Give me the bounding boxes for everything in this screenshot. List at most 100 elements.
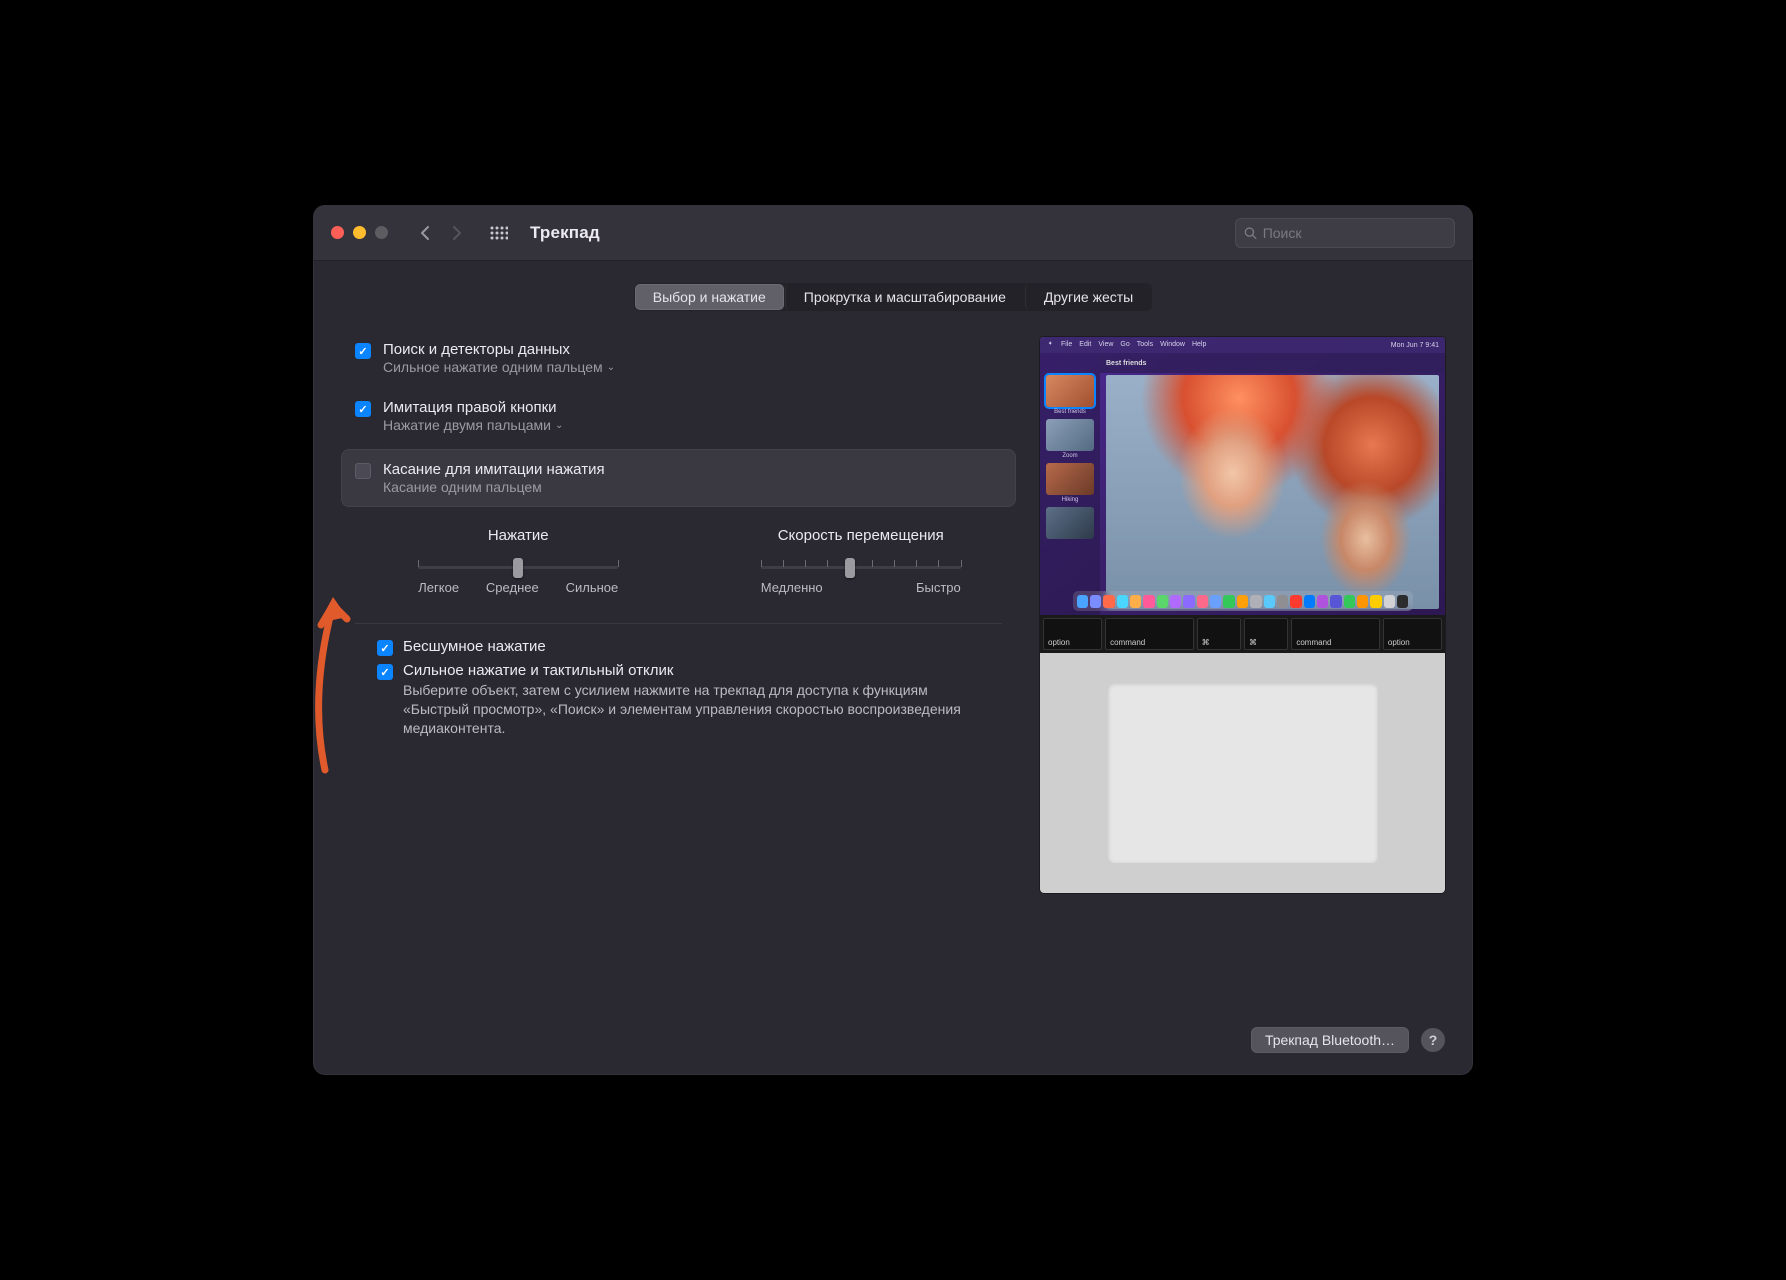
preview-screen: FileEditViewGoToolsWindowHelp Mon Jun 7 … — [1040, 337, 1445, 615]
preview-thumb — [1046, 375, 1094, 407]
show-all-button[interactable] — [484, 226, 514, 240]
preview-dock-icon — [1317, 595, 1328, 608]
window-title: Трекпад — [530, 223, 600, 243]
tracking-speed-slider-group: Скорость перемещения Медленно Быстро — [720, 527, 1003, 595]
preview-thumb — [1046, 507, 1094, 539]
tracking-scale-min: Медленно — [761, 580, 823, 595]
option-force-click: ✓ Сильное нажатие и тактильный отклик Вы… — [377, 662, 1002, 738]
preview-dock-icon — [1264, 595, 1275, 608]
click-scale-mid: Среднее — [486, 580, 539, 595]
option-tap-to-click[interactable]: Касание для имитации нажатия Касание одн… — [341, 449, 1016, 507]
silent-click-checkbox[interactable]: ✓ — [377, 640, 393, 656]
preview-column: FileEditViewGoToolsWindowHelp Mon Jun 7 … — [1040, 333, 1445, 1005]
force-click-help: Выберите объект, затем с усилием нажмите… — [403, 681, 1002, 738]
tab-scroll-and-zoom[interactable]: Прокрутка и масштабирование — [785, 284, 1024, 310]
secondary-click-subtitle-dropdown[interactable]: Нажатие двумя пальцами ⌄ — [383, 417, 563, 433]
preview-menubar-item: Go — [1120, 341, 1129, 349]
search-input[interactable] — [1263, 225, 1446, 241]
preview-dock — [1073, 591, 1413, 611]
preview-dock-icon — [1277, 595, 1288, 608]
search-field[interactable] — [1235, 218, 1455, 248]
sliders-row: Нажатие Легкое Среднее Сильное Скорость … — [341, 513, 1016, 605]
chevron-down-icon: ⌄ — [607, 362, 615, 373]
preview-dock-icon — [1183, 595, 1194, 608]
close-button[interactable] — [331, 226, 344, 239]
preview-key: option — [1043, 618, 1102, 650]
titlebar: Трекпад — [313, 205, 1473, 261]
preview-menubar: FileEditViewGoToolsWindowHelp Mon Jun 7 … — [1040, 337, 1445, 353]
tap-to-click-checkbox[interactable] — [355, 463, 371, 479]
preview-sidebar: Best friends Zoom Hiking — [1040, 353, 1100, 615]
preview-photo — [1106, 375, 1439, 609]
preview-dock-icon — [1143, 595, 1154, 608]
preview-dock-icon — [1197, 595, 1208, 608]
preview-trackpad-surface — [1108, 683, 1378, 863]
preview-dock-icon — [1210, 595, 1221, 608]
preview-key: ⌘ — [1244, 618, 1288, 650]
preview-dock-icon — [1077, 595, 1088, 608]
click-scale-min: Легкое — [418, 580, 459, 595]
tap-to-click-subtitle: Касание одним пальцем — [383, 479, 605, 495]
click-strength-slider-group: Нажатие Легкое Среднее Сильное — [377, 527, 660, 595]
back-button[interactable] — [410, 220, 440, 246]
content-area: ✓ Поиск и детекторы данных Сильное нажат… — [313, 311, 1473, 1005]
preview-dock-icon — [1117, 595, 1128, 608]
preview-menubar-item: Help — [1192, 341, 1206, 349]
preview-menubar-item — [1046, 341, 1054, 349]
chevron-down-icon: ⌄ — [555, 420, 563, 431]
preview-dock-icon — [1384, 595, 1395, 608]
divider — [355, 623, 1002, 624]
lookup-checkbox[interactable]: ✓ — [355, 343, 371, 359]
preview-menubar-item: Edit — [1079, 341, 1091, 349]
nav-arrows — [410, 220, 472, 246]
tap-to-click-title: Касание для имитации нажатия — [383, 461, 605, 478]
preview-dock-icon — [1370, 595, 1381, 608]
forward-button[interactable] — [442, 220, 472, 246]
click-strength-slider[interactable] — [418, 552, 618, 582]
option-silent-click: ✓ Бесшумное нажатие — [377, 638, 1002, 656]
window-controls — [331, 226, 388, 239]
secondary-click-checkbox[interactable]: ✓ — [355, 401, 371, 417]
help-button[interactable]: ? — [1421, 1028, 1445, 1052]
preview-dock-icon — [1330, 595, 1341, 608]
preview-key: command — [1105, 618, 1194, 650]
preview-thumb — [1046, 419, 1094, 451]
secondary-click-title: Имитация правой кнопки — [383, 399, 563, 416]
preview-key: option — [1383, 618, 1442, 650]
trackpad-preview: FileEditViewGoToolsWindowHelp Mon Jun 7 … — [1040, 337, 1445, 893]
force-click-checkbox[interactable]: ✓ — [377, 664, 393, 680]
preview-key: ⌘ — [1197, 618, 1241, 650]
maximize-button[interactable] — [375, 226, 388, 239]
preview-menubar-clock: Mon Jun 7 9:41 — [1391, 342, 1439, 349]
preview-menubar-item: File — [1061, 341, 1072, 349]
preview-dock-icon — [1250, 595, 1261, 608]
preview-dock-icon — [1130, 595, 1141, 608]
tracking-speed-slider[interactable] — [761, 552, 961, 582]
preview-app-toolbar: Best friends — [1100, 353, 1445, 373]
preview-menubar-item: Window — [1160, 341, 1185, 349]
bluetooth-trackpad-button[interactable]: Трекпад Bluetooth… — [1251, 1027, 1409, 1053]
preview-dock-icon — [1290, 595, 1301, 608]
preview-trackpad-area — [1040, 653, 1445, 893]
tab-more-gestures[interactable]: Другие жесты — [1025, 284, 1151, 310]
preview-thumb — [1046, 463, 1094, 495]
lookup-subtitle-dropdown[interactable]: Сильное нажатие одним пальцем ⌄ — [383, 359, 615, 375]
preview-keyboard-row: optioncommand⌘⌘commandoption — [1040, 615, 1445, 653]
preview-dock-icon — [1223, 595, 1234, 608]
tab-bar: Выбор и нажатие Прокрутка и масштабирова… — [634, 283, 1152, 311]
preview-key: command — [1291, 618, 1380, 650]
option-lookup: ✓ Поиск и детекторы данных Сильное нажат… — [341, 333, 1016, 385]
click-scale-max: Сильное — [566, 580, 619, 595]
system-preferences-window: Трекпад Выбор и нажатие Прокрутка и масш… — [313, 205, 1473, 1075]
force-click-label: Сильное нажатие и тактильный отклик — [403, 662, 1002, 679]
tracking-scale-max: Быстро — [916, 580, 961, 595]
footer: Трекпад Bluetooth… ? — [313, 1005, 1473, 1075]
preview-dock-icon — [1103, 595, 1114, 608]
lookup-title: Поиск и детекторы данных — [383, 341, 615, 358]
preview-dock-icon — [1397, 595, 1408, 608]
preview-dock-icon — [1157, 595, 1168, 608]
minimize-button[interactable] — [353, 226, 366, 239]
tab-point-and-click[interactable]: Выбор и нажатие — [635, 284, 784, 310]
preview-dock-icon — [1304, 595, 1315, 608]
preview-dock-icon — [1170, 595, 1181, 608]
